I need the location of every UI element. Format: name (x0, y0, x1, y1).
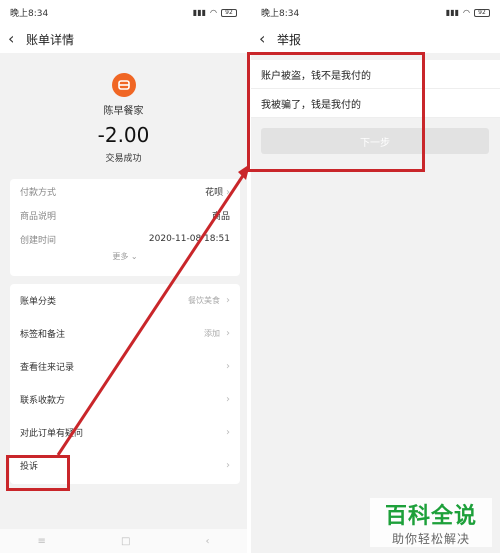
detail-key: 付款方式 (20, 187, 57, 198)
detail-row: 创建时间 2020-11-08 18:51 (10, 227, 240, 251)
signal-icon: ▮▮▮ (192, 8, 207, 17)
options-highlight-box (247, 52, 425, 172)
chevron-right-icon: › (226, 328, 230, 339)
transaction-status: 交易成功 (105, 154, 142, 164)
signal-icon: ▮▮▮ (445, 8, 460, 17)
page-title: 举报 (277, 32, 302, 47)
transaction-amount: -2.00 (97, 123, 150, 147)
chevron-right-icon: › (226, 427, 230, 438)
home-icon[interactable]: □ (121, 536, 130, 547)
chevron-right-icon: › (226, 460, 230, 471)
chevron-right-icon: › (226, 186, 230, 198)
detail-value: 花呗 › (205, 186, 230, 198)
status-time: 晚上8:34 (10, 9, 49, 19)
more-toggle[interactable]: 更多 ⌄ (10, 251, 240, 262)
menu-icon[interactable]: ≡ (38, 536, 46, 547)
status-bar: 晚上8:34 ▮▮▮ ◠ 92 (251, 0, 500, 25)
menu-item-tags[interactable]: 标签和备注 添加 › (10, 317, 240, 350)
menu-item-question[interactable]: 对此订单有疑问 › (10, 416, 240, 449)
back-icon[interactable]: ‹ (259, 31, 277, 47)
back-nav-icon[interactable]: ‹ (205, 536, 209, 547)
wifi-icon: ◠ (463, 8, 470, 17)
back-icon[interactable]: ‹ (8, 31, 26, 47)
merchant-logo-icon (111, 73, 136, 97)
detail-value: 商品 (211, 211, 230, 222)
complaint-highlight-box (6, 455, 70, 491)
merchant-header: 陈早餐家 -2.00 交易成功 (0, 53, 247, 173)
detail-key: 商品说明 (20, 211, 57, 222)
watermark-subtitle: 助你轻松解决 (391, 532, 470, 546)
watermark-title: 百科全说 (384, 504, 477, 529)
chevron-right-icon: › (226, 394, 230, 405)
menu-item-contact[interactable]: 联系收款方 › (10, 383, 240, 416)
chevron-down-icon: ⌄ (130, 252, 138, 261)
battery-icon: 92 (221, 8, 237, 17)
detail-card: 付款方式 花呗 › 商品说明 商品 创建时间 2020-11-08 18:51 … (10, 179, 240, 276)
page-title: 账单详情 (26, 32, 75, 47)
watermark: 百科全说 助你轻松解决 (370, 498, 492, 547)
detail-row: 商品说明 商品 (10, 203, 240, 227)
detail-value: 2020-11-08 18:51 (148, 234, 230, 244)
menu-item-category[interactable]: 账单分类 餐饮美食 › (10, 284, 240, 317)
status-time: 晚上8:34 (261, 9, 300, 19)
system-nav-bar: ≡ □ ‹ (0, 529, 247, 553)
chevron-right-icon: › (226, 295, 230, 306)
menu-card: 账单分类 餐饮美食 › 标签和备注 添加 › 查看往来记录 › 联系收款方 › 对此… (10, 284, 240, 484)
detail-row: 付款方式 花呗 › (10, 179, 240, 203)
merchant-name: 陈早餐家 (103, 106, 144, 117)
menu-item-history[interactable]: 查看往来记录 › (10, 350, 240, 383)
battery-icon: 92 (474, 8, 490, 17)
chevron-right-icon: › (226, 361, 230, 372)
nav-bar: ‹ 账单详情 (0, 25, 247, 53)
wifi-icon: ◠ (210, 8, 217, 17)
nav-bar: ‹ 举报 (251, 25, 500, 53)
status-bar: 晚上8:34 ▮▮▮ ◠ 92 (0, 0, 247, 25)
detail-key: 创建时间 (20, 235, 57, 246)
